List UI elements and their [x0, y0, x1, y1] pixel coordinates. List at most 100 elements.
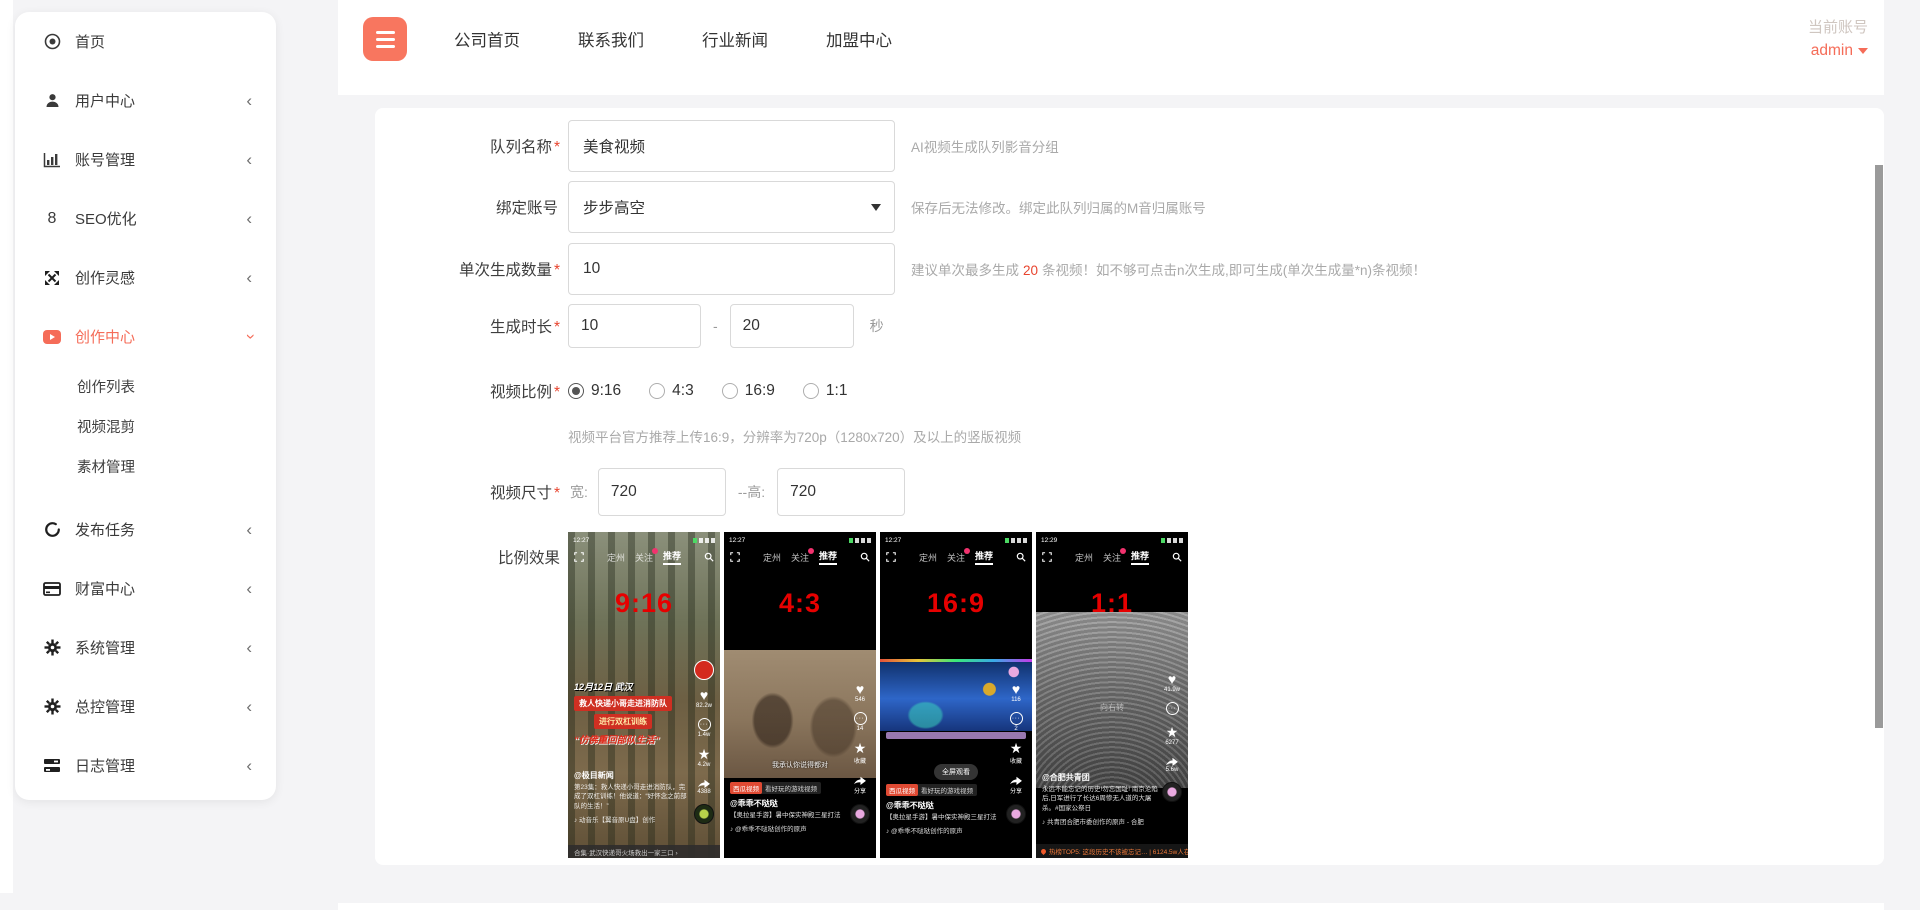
sidebar-item-log-mgmt[interactable]: 日志管理 ‹ — [15, 736, 276, 795]
vertical-scrollbar[interactable] — [1875, 165, 1883, 728]
ratio-watermark: 1:1 — [1036, 588, 1188, 619]
author-handle: @乖乖不哒哒 — [730, 798, 846, 809]
chevron-left-icon: ‹ — [246, 639, 252, 656]
star-count: 收藏 — [1010, 756, 1022, 765]
sidebar-item-account-mgmt[interactable]: 账号管理 ‹ — [15, 130, 276, 189]
preview-thumb-9-16: 12:27 定州关注推荐 9:16 12月12日 武汉 救人快递小哥走进消防队 … — [568, 532, 720, 858]
music-title: ♪ 共青团合肥市委创作的原声 - 合肥 — [1042, 816, 1158, 826]
sidebar-item-system-mgmt[interactable]: 系统管理 ‹ — [15, 618, 276, 677]
radio-icon[interactable] — [722, 383, 738, 399]
queue-name-input[interactable] — [568, 120, 895, 172]
sidebar-item-master-control[interactable]: 总控管理 ‹ — [15, 677, 276, 736]
sidebar-item-label: 财富中心 — [75, 578, 135, 599]
sidebar-item-user-center[interactable]: 用户中心 ‹ — [15, 71, 276, 130]
music-disc-icon — [1006, 804, 1026, 824]
menu-toggle-button[interactable] — [363, 17, 407, 61]
sidebar-item-label: 首页 — [75, 31, 105, 52]
required-asterisk: * — [554, 139, 560, 156]
nav-franchise-center[interactable]: 加盟中心 — [826, 27, 892, 51]
form-row-ratio: 视频比例* 9:16 4:3 16:9 1:1 — [375, 380, 1884, 402]
ratio-preview-thumbnails: 12:27 定州关注推荐 9:16 12月12日 武汉 救人快递小哥走进消防队 … — [568, 532, 1188, 858]
radio-label: 9:16 — [591, 382, 621, 400]
status-time: 12:29 — [1041, 537, 1057, 544]
comment-icon: ··· — [698, 718, 711, 731]
feed-tab-bar: 定州关注推荐 — [880, 548, 1032, 566]
radio-icon[interactable] — [803, 383, 819, 399]
sidebar-item-inspiration[interactable]: 创作灵感 ‹ — [15, 248, 276, 307]
sidebar-subitem-video-mix[interactable]: 视频混剪 — [15, 406, 276, 446]
feed-tab-bar: 定州关注推荐 — [1036, 548, 1188, 566]
selected-account: 步步高空 — [583, 196, 645, 218]
star-icon: ★ — [698, 747, 711, 761]
flame-icon — [1040, 847, 1047, 854]
radio-checked-icon[interactable] — [568, 383, 584, 399]
nav-contact-us[interactable]: 联系我们 — [578, 27, 644, 51]
heart-icon: ♥ — [700, 688, 708, 702]
ratio-option-4-3[interactable]: 4:3 — [649, 382, 694, 400]
sidebar-item-publish-tasks[interactable]: 发布任务 ‹ — [15, 500, 276, 559]
sidebar-item-creation-center[interactable]: 创作中心 ‹ — [15, 307, 276, 366]
caption-text: 【奥拉星手游】暑中保实神殿三星打法 — [730, 811, 846, 820]
sidebar-item-label: 账号管理 — [75, 149, 135, 170]
account-dropdown[interactable]: admin — [1808, 42, 1868, 60]
status-icons — [1005, 538, 1027, 543]
field-label: 生成时长* — [375, 315, 560, 337]
circle-icon — [42, 521, 62, 539]
chevron-left-icon: ‹ — [246, 580, 252, 597]
ratio-option-9-16[interactable]: 9:16 — [568, 382, 621, 400]
source-tagline: 西瓜视频看好玩的游戏视频 — [730, 782, 821, 794]
nav-company-home[interactable]: 公司首页 — [454, 27, 520, 51]
page-left-edge — [0, 0, 13, 893]
subitem-label: 视频混剪 — [77, 416, 135, 437]
xigua-tag: 西瓜视频 — [730, 782, 762, 794]
star-count: 6277 — [1165, 740, 1178, 746]
preview-thumb-1-1: 12:29 定州关注推荐 1:1 向右转 ♥41.9w ··· ★6277 5.… — [1036, 532, 1188, 858]
caption-text: 永远不能忘记的历史!勿忘国耻! 南京沦陷后,日军进行了长达6周惨无人道的大屠杀。… — [1042, 785, 1158, 813]
form-row-bind-account: 绑定账号 步步高空 保存后无法修改。绑定此队列归属的M音归属账号 — [375, 181, 1884, 233]
nav-industry-news[interactable]: 行业新闻 — [702, 27, 768, 51]
sidebar-item-wealth-center[interactable]: 财富中心 ‹ — [15, 559, 276, 618]
share-count: 4388 — [697, 789, 710, 795]
share-count: 分享 — [1010, 786, 1022, 795]
duration-min-input[interactable] — [568, 304, 701, 348]
form-card: 队列名称* AI视频生成队列影音分组 绑定账号 步步高空 保存后无法修改。绑定此… — [375, 108, 1884, 865]
sidebar-subitem-creation-list[interactable]: 创作列表 — [15, 366, 276, 406]
queue-name-hint: AI视频生成队列影音分组 — [911, 136, 1059, 156]
height-input[interactable] — [777, 468, 905, 516]
radio-icon[interactable] — [649, 383, 665, 399]
action-rail: ♥116 ···2 ★收藏 分享 — [1004, 682, 1028, 824]
tab-follow: 关注 — [635, 551, 653, 564]
avatar — [694, 660, 714, 680]
ratio-option-1-1[interactable]: 1:1 — [803, 382, 848, 400]
chevron-left-icon: ‹ — [246, 757, 252, 774]
collection-banner: 合集·武汉快递哥火场救出一家三口 › — [568, 845, 720, 858]
width-input[interactable] — [598, 468, 726, 516]
search-icon — [1172, 552, 1182, 562]
share-icon — [853, 774, 867, 785]
duration-max-input[interactable] — [730, 304, 854, 348]
top-header: 公司首页 联系我们 行业新闻 加盟中心 当前账号 admin — [338, 0, 1884, 95]
gen-count-input[interactable] — [568, 243, 895, 295]
tab-city: 定州 — [1075, 551, 1093, 564]
tab-city: 定州 — [919, 551, 937, 564]
phone-status-bar: 12:27 — [568, 535, 720, 545]
share-icon — [1009, 774, 1023, 785]
field-label: 队列名称* — [375, 135, 560, 157]
scan-icon — [730, 552, 740, 562]
caption-text: 【奥拉星手游】暑中保实神殿三星打法 — [886, 813, 1002, 822]
top-nav: 公司首页 联系我们 行业新闻 加盟中心 — [454, 0, 892, 78]
sidebar-item-home[interactable]: 首页 — [15, 12, 276, 71]
bind-account-select[interactable]: 步步高空 — [568, 181, 895, 233]
sidebar-subitem-material-mgmt[interactable]: 素材管理 — [15, 446, 276, 486]
next-section-card — [338, 903, 1884, 910]
caption-text: 第23集：救人快递小哥走进消防队，完成了双杠训练！他说道：“好怀念之前部队的生活… — [574, 783, 690, 811]
heart-icon: ♥ — [1168, 672, 1176, 686]
ratio-option-16-9[interactable]: 16:9 — [722, 382, 775, 400]
hamburger-icon — [376, 45, 395, 48]
share-count: 分享 — [854, 786, 866, 795]
tab-city: 定州 — [763, 551, 781, 564]
sidebar-item-seo[interactable]: 8 SEO优化 ‹ — [15, 189, 276, 248]
caption-block: @乖乖不哒哒 【奥拉星手游】暑中保实神殿三星打法 ♪ @乖乖不哒哒创作的原声 — [886, 800, 1002, 835]
bind-account-hint: 保存后无法修改。绑定此队列归属的M音归属账号 — [911, 197, 1206, 217]
phone-status-bar: 12:27 — [880, 535, 1032, 545]
